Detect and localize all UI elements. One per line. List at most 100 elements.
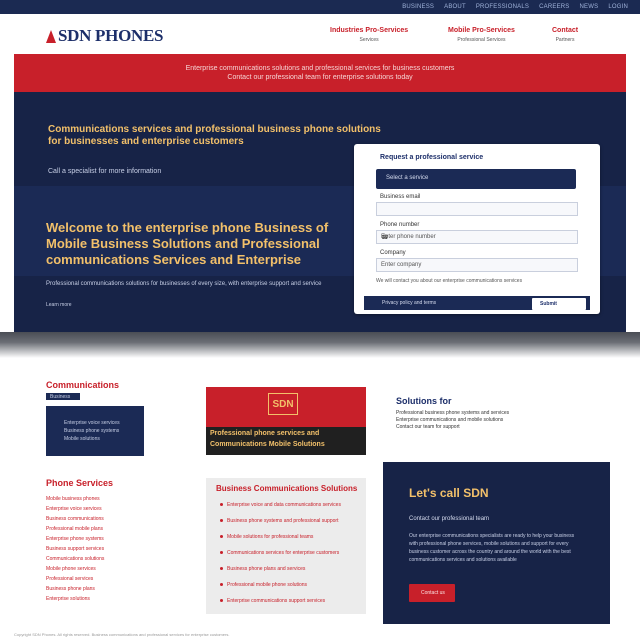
solutions-card-item[interactable]: Mobile solutions for professional teams bbox=[220, 534, 313, 540]
bullet-icon bbox=[220, 599, 223, 603]
topbar-link[interactable]: ABOUT bbox=[444, 4, 466, 10]
bullet-icon bbox=[220, 535, 223, 539]
list-item[interactable]: Business phone plans bbox=[46, 584, 104, 594]
list-item[interactable]: Enterprise phone systems bbox=[46, 534, 104, 544]
bullet-icon bbox=[220, 551, 223, 555]
list-item[interactable]: Communications solutions bbox=[46, 554, 104, 564]
hero-learn-more-link[interactable]: Learn more bbox=[46, 302, 72, 308]
topbar-link[interactable]: NEWS bbox=[580, 4, 599, 10]
featured-service-card[interactable]: SDN bbox=[206, 387, 366, 427]
solutions-card-item-label: Business phone plans and services bbox=[227, 566, 306, 572]
solutions-card-item[interactable]: Enterprise voice and data communications… bbox=[220, 502, 341, 508]
cta-paragraph-line: with professional phone services, mobile… bbox=[409, 541, 569, 547]
field-label: Phone number bbox=[380, 222, 420, 228]
logo[interactable]: SDN PHONES bbox=[46, 26, 163, 46]
cta-paragraph-line: communications services and solutions av… bbox=[409, 557, 517, 563]
top-utility-bar: BUSINESS ABOUT PROFESSIONALS CAREERS NEW… bbox=[0, 0, 640, 14]
list-item[interactable]: Professional mobile plans bbox=[46, 524, 104, 534]
list-item[interactable]: Business communications bbox=[46, 514, 104, 524]
contact-us-button[interactable]: Contact us bbox=[409, 584, 455, 602]
email-field[interactable] bbox=[376, 202, 578, 216]
phone-field[interactable]: Enter phone number ☎ bbox=[376, 230, 578, 244]
nav-item-sublabel: Professional Services bbox=[457, 37, 506, 43]
business-tag[interactable]: Business bbox=[46, 393, 80, 400]
alert-text: Contact our professional team for enterp… bbox=[227, 74, 413, 81]
bullet-icon bbox=[220, 583, 223, 587]
hero-paragraph: Professional communications solutions fo… bbox=[46, 281, 322, 287]
cta-title: Let's call SDN bbox=[409, 486, 489, 500]
nav-item-label: Contact bbox=[552, 27, 579, 34]
solutions-card-item[interactable]: Enterprise communications support servic… bbox=[220, 598, 325, 604]
solutions-card-item[interactable]: Business phone systems and professional … bbox=[220, 518, 338, 524]
company-field[interactable]: Enter company bbox=[376, 258, 578, 272]
bullet-icon bbox=[220, 567, 223, 571]
nav-item-mobile[interactable]: Mobile Pro-Services Professional Service… bbox=[448, 27, 515, 43]
contact-cta-card: Let's call SDN Contact our professional … bbox=[383, 462, 610, 624]
solutions-card-item[interactable]: Communications services for enterprise c… bbox=[220, 550, 339, 556]
services-card[interactable]: Enterprise voice services Business phone… bbox=[46, 406, 144, 456]
logo-mark-icon bbox=[46, 29, 56, 43]
solutions-card: Business Communications Solutions Enterp… bbox=[206, 478, 366, 614]
hero-intro: Communications services and professional… bbox=[48, 124, 381, 148]
building-icon: SDN bbox=[268, 393, 298, 415]
hero-headline-line: Mobile Business Solutions and Profession… bbox=[46, 236, 320, 251]
cta-subtitle: Contact our professional team bbox=[409, 516, 490, 522]
services-card-line: Mobile solutions bbox=[64, 436, 100, 442]
list-item[interactable]: Mobile phone services bbox=[46, 564, 104, 574]
cta-paragraph-line: Our enterprise communications specialist… bbox=[409, 533, 575, 539]
solutions-card-item-label: Business phone systems and professional … bbox=[227, 518, 339, 524]
nav-item-industries[interactable]: Industries Pro-Services Services bbox=[330, 27, 408, 43]
hero-headline: Welcome to the enterprise phone Business… bbox=[46, 220, 328, 268]
hero-intro-line: for businesses and enterprise customers bbox=[48, 136, 244, 147]
list-item[interactable]: Mobile business phones bbox=[46, 494, 104, 504]
service-type-select[interactable]: Select a service bbox=[376, 169, 576, 189]
footer-note: Copyright SDN Phones. All rights reserve… bbox=[14, 632, 230, 637]
topbar-link[interactable]: LOGIN bbox=[608, 4, 628, 10]
solutions-card-item[interactable]: Business phone plans and services bbox=[220, 566, 305, 572]
solutions-title: Solutions for bbox=[396, 396, 452, 406]
nav-item-sublabel: Services bbox=[359, 37, 379, 43]
nav-item-label: Mobile Pro-Services bbox=[448, 27, 515, 34]
topbar-link[interactable]: BUSINESS bbox=[402, 4, 434, 10]
featured-service-caption: Professional phone services and Communic… bbox=[206, 427, 366, 455]
phone-services-list: Mobile business phones Enterprise voice … bbox=[46, 494, 104, 604]
solutions-card-item[interactable]: Professional mobile phone solutions bbox=[220, 582, 307, 588]
solutions-line: Professional business phone systems and … bbox=[396, 410, 510, 416]
list-item[interactable]: Enterprise solutions bbox=[46, 594, 104, 604]
solutions-line: Enterprise communications and mobile sol… bbox=[396, 417, 504, 423]
communications-title: Communications bbox=[46, 380, 120, 390]
solutions-card-item-label: Professional mobile phone solutions bbox=[227, 582, 308, 588]
field-label: Company bbox=[380, 250, 406, 256]
services-card-line: Enterprise voice services bbox=[64, 420, 120, 426]
contact-us-button-label: Contact us bbox=[421, 590, 445, 596]
site-header: SDN PHONES Industries Pro-Services Servi… bbox=[0, 14, 640, 54]
solutions-card-item-label: Enterprise communications support servic… bbox=[227, 598, 326, 604]
caption-line: Professional phone services and bbox=[210, 430, 320, 437]
service-request-form: Request a professional service Select a … bbox=[354, 144, 600, 314]
solutions-card-item-label: Communications services for enterprise c… bbox=[227, 550, 340, 556]
caption-line: Communications Mobile Solutions bbox=[210, 441, 325, 448]
hero-intro-line: Communications services and professional… bbox=[48, 124, 381, 135]
featured-icon-text: SDN bbox=[272, 398, 294, 410]
nav-item-label: Industries Pro-Services bbox=[330, 27, 409, 34]
list-item[interactable]: Business support services bbox=[46, 544, 104, 554]
phone-services-title: Phone Services bbox=[46, 478, 114, 488]
company-field-value: Enter company bbox=[381, 262, 422, 268]
page: BUSINESS ABOUT PROFESSIONALS CAREERS NEW… bbox=[0, 0, 640, 640]
logo-text: SDN PHONES bbox=[58, 26, 164, 45]
topbar-link[interactable]: PROFESSIONALS bbox=[476, 4, 529, 10]
solutions-line: Contact our team for support bbox=[396, 424, 460, 430]
hero-section: Communications services and professional… bbox=[14, 92, 626, 332]
list-item[interactable]: Professional services bbox=[46, 574, 104, 584]
alert-text: Enterprise communications solutions and … bbox=[185, 65, 455, 72]
select-value: Select a service bbox=[386, 175, 429, 181]
submit-button-label: Submit bbox=[540, 301, 557, 307]
submit-button[interactable]: Submit bbox=[532, 298, 586, 310]
list-item[interactable]: Enterprise voice services bbox=[46, 504, 104, 514]
nav-item-contact[interactable]: Contact Partners bbox=[552, 27, 578, 43]
privacy-link[interactable]: Privacy policy and terms bbox=[382, 300, 436, 306]
form-title: Request a professional service bbox=[380, 154, 484, 161]
topbar-link[interactable]: CAREERS bbox=[539, 4, 569, 10]
bullet-icon bbox=[220, 503, 223, 507]
solutions-card-title: Business Communications Solutions bbox=[216, 484, 358, 493]
